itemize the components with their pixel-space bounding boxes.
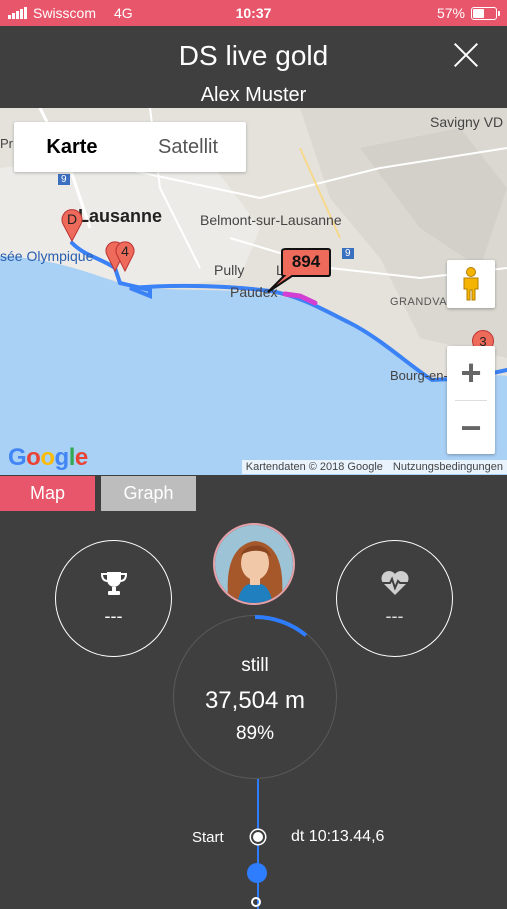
terms-link[interactable]: Nutzungsbedingungen [393, 461, 503, 473]
map-data-credit: Kartendaten © 2018 Google [245, 461, 383, 473]
google-logo: Google [8, 444, 88, 471]
map-type-toggle: Karte Satellit [14, 122, 246, 172]
road-number: 9 [58, 174, 70, 185]
timeline-node [251, 897, 261, 907]
status-time: 10:37 [235, 5, 272, 21]
tab-graph[interactable]: Graph [101, 476, 196, 511]
battery-icon [471, 6, 500, 20]
athlete-name: Alex Muster [200, 84, 307, 106]
progress-arc [254, 615, 308, 637]
map-type-satellite-button[interactable]: Satellit [130, 122, 246, 172]
place-label: Belmont-sur-Lausanne [200, 212, 342, 228]
trophy-stat[interactable]: --- [55, 540, 172, 657]
current-position-marker[interactable]: 894 [262, 246, 332, 296]
place-label: Pully [214, 262, 245, 278]
map-marker[interactable]: D [60, 208, 84, 243]
place-label: sée Olympique [0, 248, 94, 264]
timeline-line [257, 779, 259, 909]
zoom-in-button[interactable]: + [447, 346, 495, 400]
place-label: Pr [0, 136, 13, 151]
map-attribution: Kartendaten © 2018 Google Nutzungsbeding… [241, 460, 507, 474]
timeline-start-time: dt 10:13.44,6 [291, 828, 385, 845]
map-view[interactable]: Savigny VD Lausanne Belmont-sur-Lausanne… [0, 108, 507, 475]
road-number: 9 [342, 248, 354, 259]
place-label: Lausanne [78, 206, 163, 226]
battery-percent: 57% [436, 5, 465, 21]
zoom-out-button[interactable]: − [447, 401, 495, 455]
timeline-current-position[interactable] [247, 863, 267, 883]
heart-rate-icon [381, 571, 408, 595]
zoom-control: + − [447, 346, 495, 454]
timeline-start-node [251, 830, 265, 844]
tab-map[interactable]: Map [0, 476, 95, 511]
timeline-start-label: Start [192, 829, 224, 846]
trophy-icon [100, 572, 127, 595]
heart-rate-value: --- [385, 606, 404, 626]
page-title: DS live gold [178, 40, 329, 71]
map-type-karte-button[interactable]: Karte [14, 122, 130, 172]
avatar[interactable] [213, 523, 295, 605]
street-view-pegman-icon[interactable] [447, 260, 495, 308]
heart-rate-stat[interactable]: --- [336, 540, 453, 657]
status-bar: Swisscom 4G 10:37 57% [0, 0, 507, 26]
map-marker[interactable]: 4 [114, 240, 136, 273]
place-label: Savigny VD [430, 114, 504, 130]
close-icon[interactable] [453, 42, 479, 68]
trophy-value: --- [104, 606, 123, 626]
